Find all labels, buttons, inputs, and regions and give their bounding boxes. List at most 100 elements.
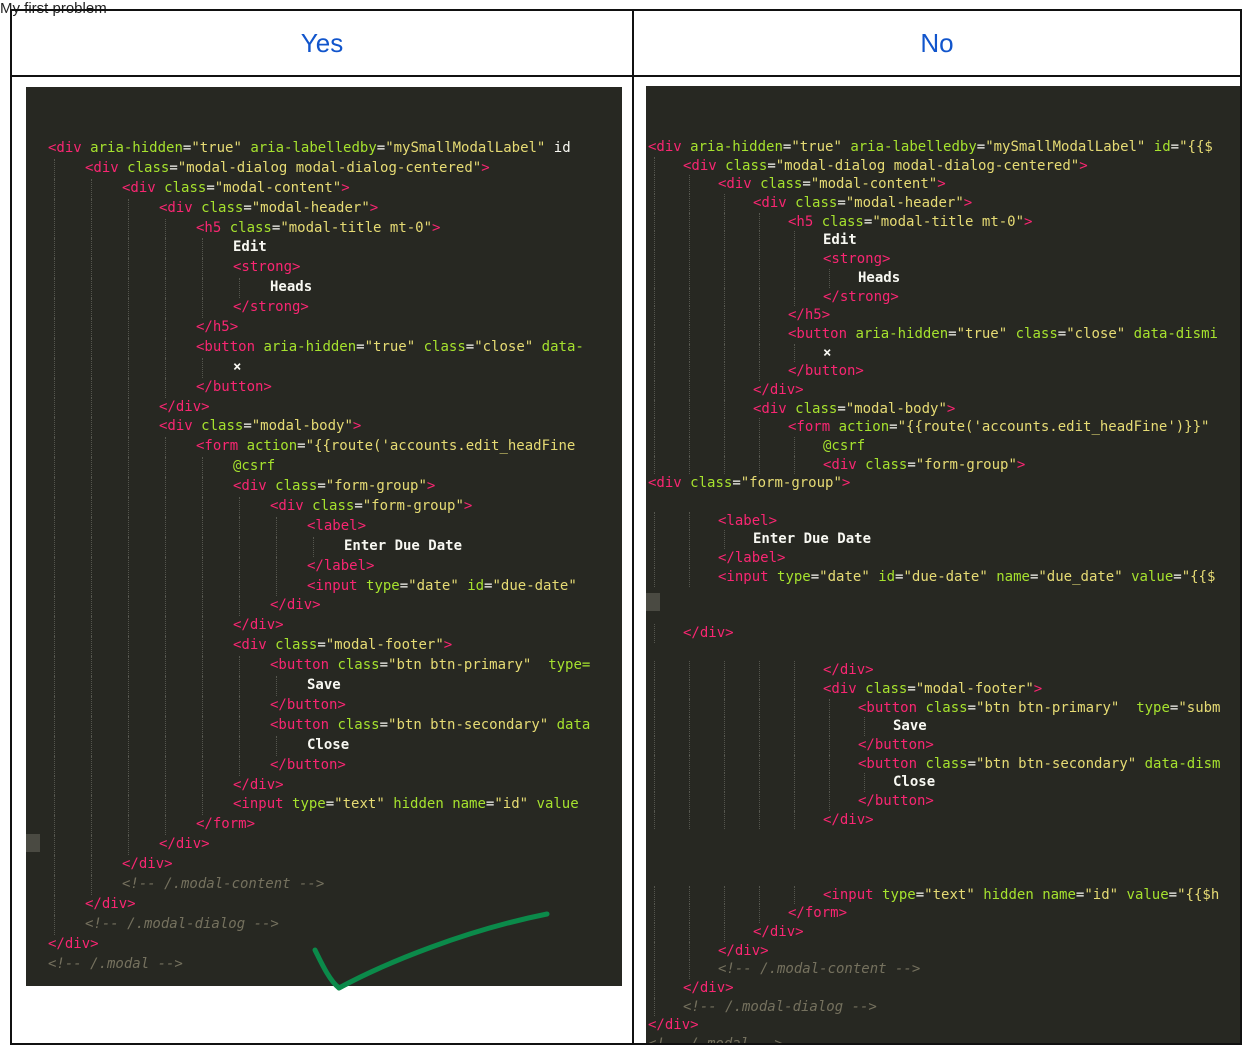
code-line: <button class="btn btn-primary" type= [26,656,622,677]
code-token: > [1079,157,1088,174]
code-token: class [201,418,244,435]
code-token: <div [823,456,866,473]
code-token: </button> [270,696,346,713]
code-token: "modal-content" [810,176,938,193]
code-token: Close [893,774,936,791]
code-token: <div [159,199,202,216]
code-line: Save [646,717,1240,736]
code-token: class [725,157,768,174]
code-token: "btn btn-primary" [388,657,532,674]
code-token: @csrf [233,458,276,475]
code-line: <div class="modal-dialog modal-dialog-ce… [26,158,622,179]
code-token: class [337,657,380,674]
code-token: <div [122,179,165,196]
code-line: Edit [26,238,622,259]
code-line: Edit [646,231,1240,251]
code-line: <div class="modal-header"> [26,198,622,219]
code-token: class [201,199,244,216]
code-token: </div> [48,935,99,952]
code-token: </div> [683,624,734,641]
code-token: "subm [1178,699,1221,716]
code-token: class [1015,325,1058,342]
code-line: <!-- /.modal-dialog --> [646,997,1240,1017]
code-token: "id" [1084,886,1119,903]
code-token: </div> [823,811,874,828]
code-token: type [366,577,400,594]
code-line: <h5 class="modal-title mt-0"> [646,212,1240,232]
code-token: <button [196,338,264,355]
code-token: class [690,475,733,492]
code-token: <button [270,716,338,733]
code-line: Enter Due Date [646,530,1240,550]
code-token: <div [823,680,866,697]
code-token: </div> [233,617,284,634]
code-line: </div> [26,855,622,875]
code-line: </label> [26,556,622,577]
code-token: Close [307,736,350,753]
code-token: = [379,657,389,674]
code-token: > [1016,456,1026,473]
code-token: aria-labelledby [850,139,977,155]
code-line: Close [26,735,622,756]
code-line: × [646,343,1240,363]
code-token: data [556,716,591,733]
code-token: "modal-body" [251,418,353,435]
code-line: </div> [646,941,1240,961]
code-token: = [379,716,389,733]
code-token: </div> [753,923,804,940]
code-token: <!-- /.modal --> [48,955,183,972]
code-token: </form> [196,816,256,833]
code-token: = [915,886,925,903]
code-token: "form-group" [915,456,1017,473]
code-token: "true" [191,140,242,156]
code-token: Heads [858,269,901,286]
code-line: Save [26,676,622,696]
code-token: <div [753,195,796,212]
code-token: class [312,498,355,515]
code-line: </label> [646,549,1240,568]
code-line: <div class="modal-content"> [26,178,622,199]
code-token: hidden [393,796,444,813]
code-token: <div [718,176,761,193]
checkmark-icon [312,911,550,991]
comparison-table: Yes No <div aria-hidden="true" aria-labe… [10,9,1242,1045]
code-token: > [841,475,851,492]
code-token: > [946,400,956,417]
code-token: id [467,577,485,594]
code-token: </div> [648,1017,699,1034]
code-token: <input [307,577,367,594]
code-line: Close [646,773,1240,793]
code-token: Save [893,718,927,735]
code-token: type [777,568,811,585]
code-token: "form-group" [362,498,464,515]
code-token: = [837,195,846,212]
code-token: class [337,716,380,733]
code-token: <input [823,886,883,903]
code-token: <div [648,475,691,492]
code-token: </div> [683,979,734,996]
code-token: "true" [956,325,1008,342]
code-token: </label> [307,557,375,574]
code-token: "mySmallModalLabel" [985,139,1146,155]
code-line: <strong> [646,250,1240,269]
code-token: > [443,637,453,654]
code-token: class [127,159,170,176]
code-token: > [369,199,379,216]
code-token: id [545,140,571,156]
code-token: </strong> [233,299,309,316]
header-no: No [632,9,1242,77]
code-line: </div> [26,616,622,637]
code-token: data- [541,338,584,355]
code-line: <div class="modal-footer"> [26,636,622,657]
code-token: "btn btn-secondary" [976,755,1137,772]
code-token: name [1042,886,1076,903]
code-token: "{{$ [1181,568,1216,585]
code-token: > [481,159,490,176]
cell-no: <div aria-hidden="true" aria-labelledby=… [632,75,1242,1045]
code-line: </div> [646,623,1240,643]
